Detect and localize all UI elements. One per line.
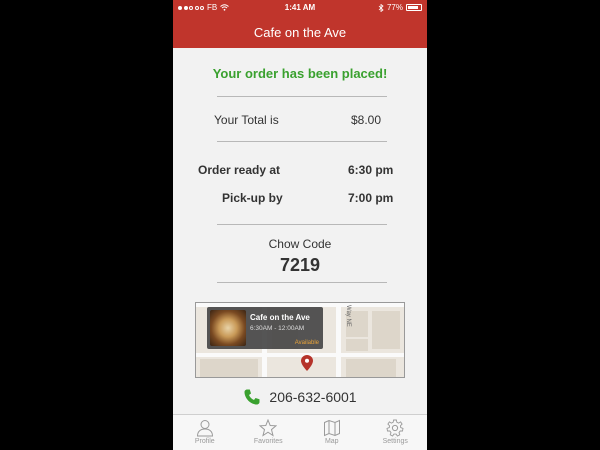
pickup-value: 7:00 pm — [348, 191, 394, 205]
callout-hours: 6:30AM - 12:00AM — [250, 325, 305, 332]
tab-map[interactable]: Map — [300, 415, 364, 450]
phone-contact[interactable]: 206-632-6001 — [173, 386, 427, 408]
total-value: $8.00 — [351, 113, 382, 127]
callout-title: Cafe on the Ave — [250, 313, 310, 322]
ready-label: Order ready at — [198, 163, 281, 177]
divider — [217, 96, 387, 97]
street-label: Way NE — [345, 305, 351, 327]
callout-status: Available — [294, 340, 319, 346]
star-icon — [259, 419, 278, 437]
tab-settings[interactable]: Settings — [364, 415, 428, 450]
tab-favorites[interactable]: Favorites — [237, 415, 301, 450]
status-right: 77% — [378, 3, 422, 12]
total-label: Your Total is — [214, 113, 279, 127]
phone-number[interactable]: 206-632-6001 — [269, 389, 356, 405]
divider — [217, 282, 387, 283]
status-bar: FB 1:41 AM 77% — [173, 0, 427, 16]
tab-bar: Profile Favorites Map Settings — [173, 414, 427, 450]
tab-label: Favorites — [253, 438, 283, 445]
divider — [217, 141, 387, 142]
success-message: Your order has been placed! — [212, 66, 388, 81]
page-title: Cafe on the Ave — [173, 16, 427, 48]
phone-screen: FB 1:41 AM 77% Cafe on the Ave Your orde… — [173, 0, 427, 450]
person-icon — [196, 420, 213, 437]
map-callout[interactable]: Cafe on the Ave 6:30AM - 12:00AM Availab… — [207, 307, 323, 349]
tab-label: Settings — [382, 438, 408, 445]
location-map[interactable]: Way NE Cafe on the Ave 6:30AM - 12:00AM … — [195, 302, 405, 378]
map-pin-icon[interactable] — [301, 355, 313, 371]
map-icon — [323, 419, 340, 437]
chow-code-value: 7219 — [279, 255, 321, 275]
tab-label: Profile — [194, 438, 215, 445]
bluetooth-icon — [378, 3, 384, 12]
divider — [217, 224, 387, 225]
cafe-thumbnail — [210, 310, 246, 346]
chow-code-label: Chow Code — [268, 237, 332, 251]
tab-profile[interactable]: Profile — [173, 415, 237, 450]
battery-icon — [406, 4, 422, 11]
pickup-label: Pick-up by — [222, 191, 283, 205]
gear-icon — [386, 419, 404, 437]
ready-value: 6:30 pm — [348, 163, 394, 177]
phone-icon[interactable] — [243, 388, 261, 406]
tab-label: Map — [324, 438, 339, 445]
battery-percent: 77% — [386, 3, 403, 12]
